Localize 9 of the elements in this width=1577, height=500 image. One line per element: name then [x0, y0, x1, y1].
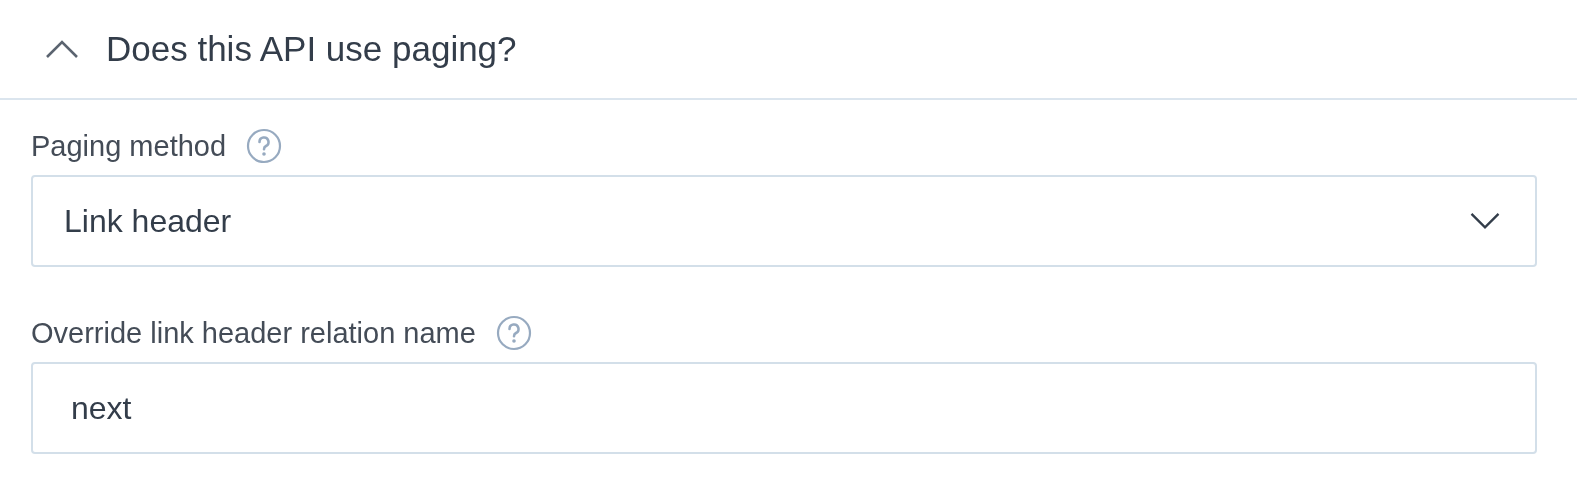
dropdown-icon — [1469, 212, 1501, 230]
section-title: Does this API use paging? — [106, 29, 517, 69]
help-icon[interactable] — [246, 128, 283, 164]
input-field[interactable]: next — [31, 362, 1537, 454]
collapse-icon[interactable] — [45, 39, 79, 59]
select-field[interactable]: Link header — [31, 175, 1537, 267]
field-label: Paging method — [31, 129, 227, 163]
field-label: Override link header relation name — [31, 316, 476, 350]
help-icon[interactable] — [495, 315, 532, 351]
